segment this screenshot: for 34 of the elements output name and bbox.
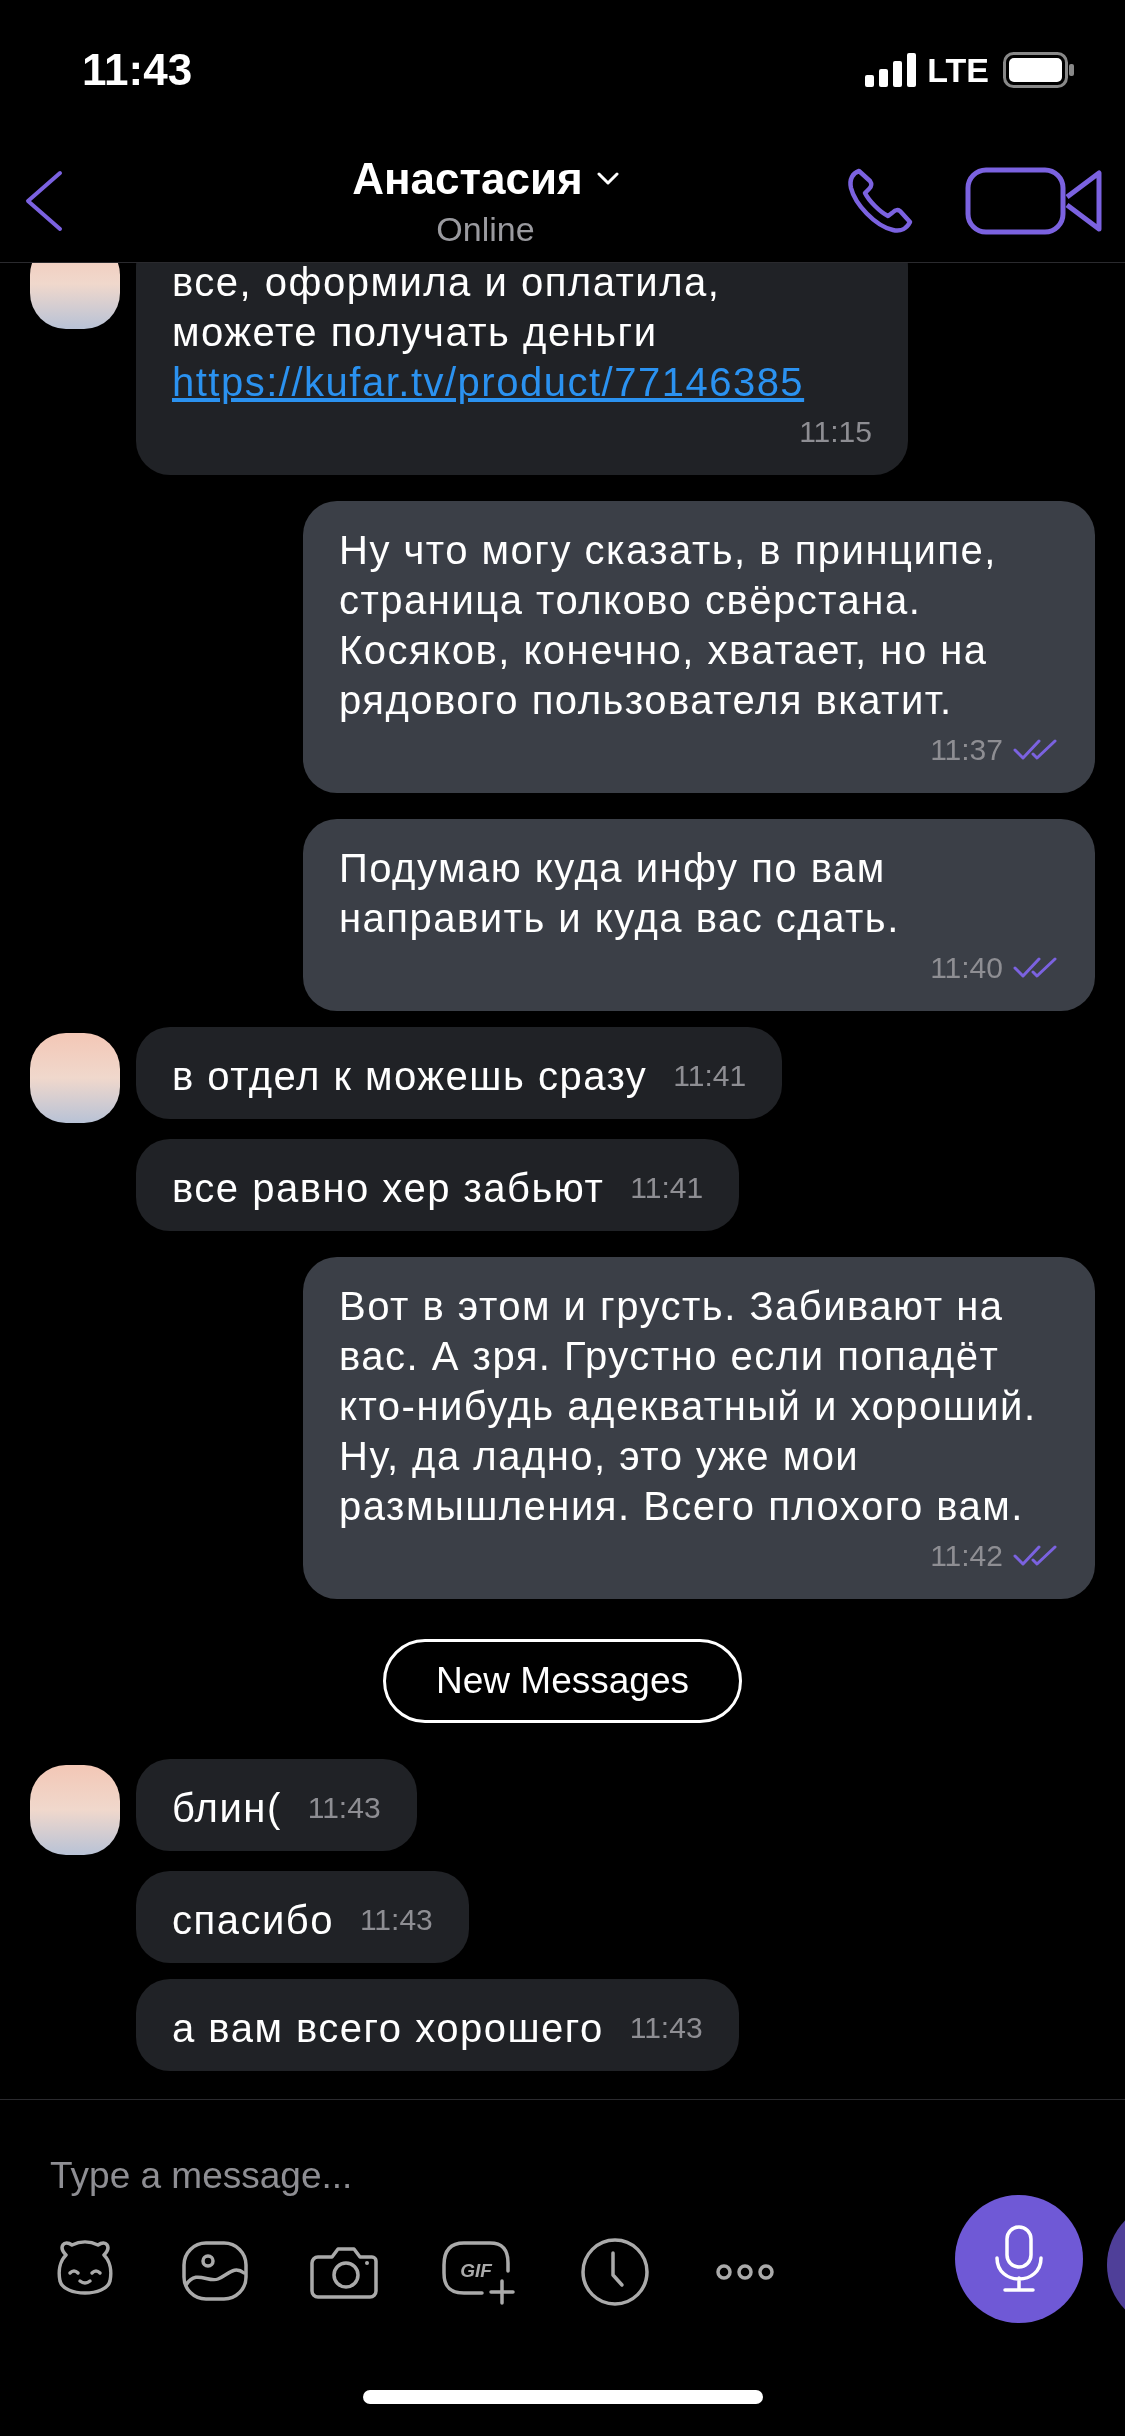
new-messages-label: New Messages	[383, 1639, 742, 1723]
message-time: 11:43	[307, 1790, 381, 1826]
message-link[interactable]: https://kufar.tv/product/77146385	[172, 357, 872, 407]
message-time: 11:15	[799, 414, 872, 450]
avatar-picture[interactable]	[30, 1033, 120, 1123]
contact-name: Анастасия	[352, 153, 583, 204]
message-text: а вам всего хорошего	[172, 2005, 604, 2052]
avatar-picture[interactable]	[30, 1765, 120, 1855]
avatar-picture[interactable]	[30, 263, 120, 329]
message-time: 11:43	[629, 2010, 703, 2046]
message-text: Вот в этом и грусть. Забивают на вас. А зря. Грустно если попадёт кто-нибудь адекватный и хороший. Ну, да ладно, это уже мои размышления. Всего плохого вам.	[339, 1283, 1038, 1530]
message-text: в отдел к можешь сразу	[172, 1053, 648, 1100]
message-text: все, оформила и оплатила, можете получать деньги	[172, 263, 722, 356]
gif-button[interactable]: GIF	[440, 2237, 520, 2307]
chevron-down-icon	[596, 171, 619, 186]
message-time: 11:37	[930, 732, 1003, 768]
message-text: блин(	[172, 1785, 282, 1832]
message-text: спасибо	[172, 1897, 334, 1944]
message-time: 11:42	[930, 1538, 1003, 1574]
battery-icon	[1003, 52, 1075, 88]
status-time: 11:43	[82, 45, 193, 95]
phone-icon[interactable]	[845, 166, 915, 236]
clock-icon[interactable]	[580, 2237, 650, 2307]
video-camera-icon[interactable]	[965, 167, 1105, 235]
message-time: 11:43	[359, 1902, 433, 1938]
message-time: 11:40	[930, 950, 1003, 986]
message-time: 11:41	[673, 1058, 747, 1094]
message-text: все равно хер забьют	[172, 1165, 605, 1212]
presence-status: Online	[436, 209, 535, 249]
message-text: Ну что могу сказать, в принципе, страница толково свёрстана. Косяков, конечно, хватает, но на рядового пользователя вкатит.	[339, 527, 998, 724]
message-input-field[interactable]: Type a message...	[50, 2155, 650, 2197]
network-type: LTE	[927, 50, 989, 90]
message-time: 11:41	[630, 1170, 704, 1206]
message-text: Подумаю куда инфу по вам направить и куда вас сдать.	[339, 845, 901, 942]
